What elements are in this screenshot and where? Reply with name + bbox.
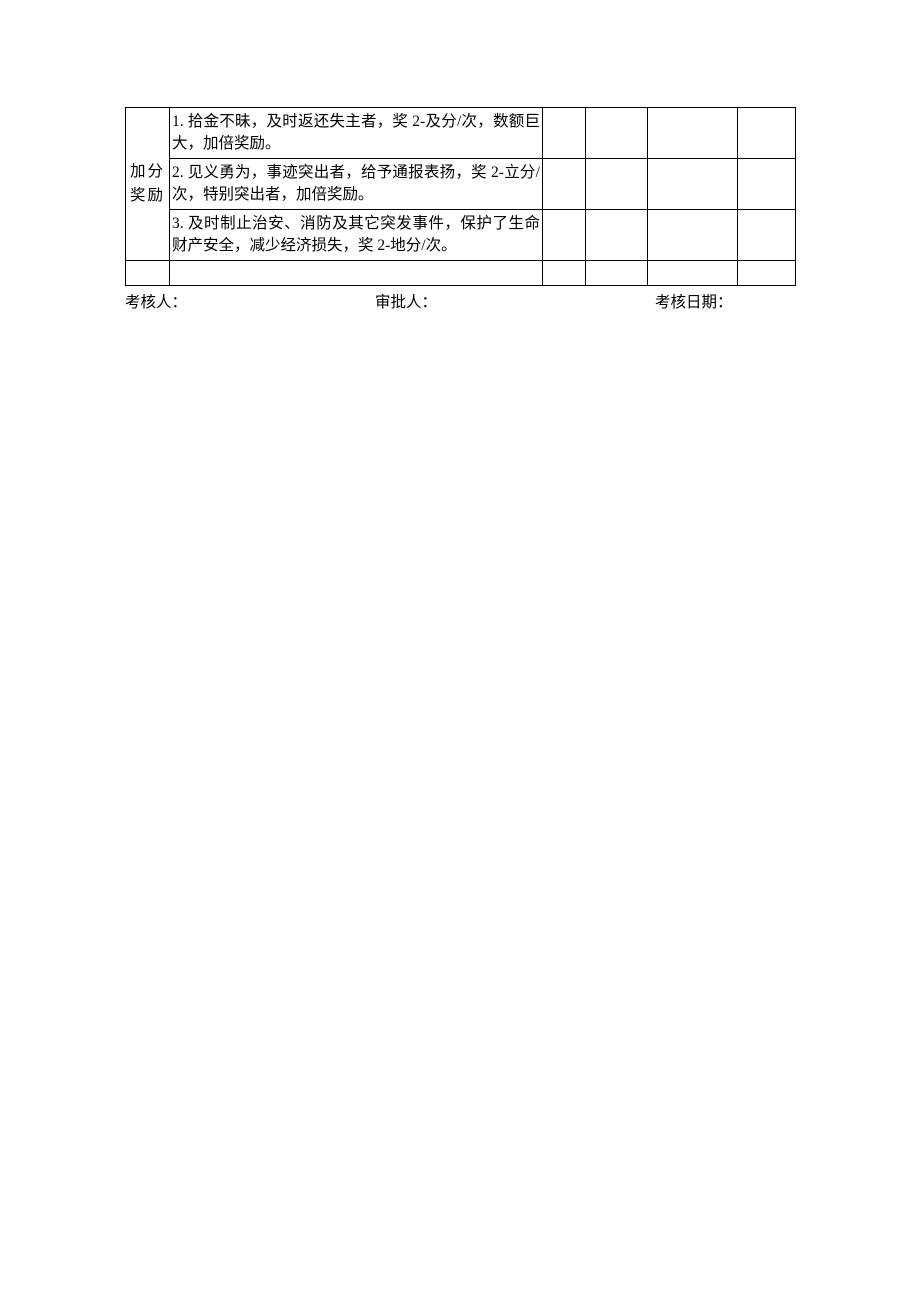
- score-cell: [738, 108, 796, 159]
- score-cell: [648, 108, 738, 159]
- table-row: 加分奖励 1. 拾金不昧，及时返还失主者，奖 2-及分/次，数额巨大，加倍奖励。: [126, 108, 796, 159]
- score-cell: [738, 159, 796, 210]
- blank-cell: [586, 261, 648, 286]
- score-cell: [648, 159, 738, 210]
- document-page: 加分奖励 1. 拾金不昧，及时返还失主者，奖 2-及分/次，数额巨大，加倍奖励。…: [0, 0, 920, 1301]
- table-row: 3. 及时制止治安、消防及其它突发事件，保护了生命财产安全，减少经济损失，奖 2…: [126, 210, 796, 261]
- criteria-cell: 2. 见义勇为，事迹突出者，给予通报表扬，奖 2-立分/次，特别突出者，加倍奖励…: [170, 159, 543, 210]
- date-label: 考核日期：: [655, 290, 733, 312]
- blank-cell: [648, 261, 738, 286]
- assessment-table-wrap: 加分奖励 1. 拾金不昧，及时返还失主者，奖 2-及分/次，数额巨大，加倍奖励。…: [125, 107, 795, 286]
- criteria-text: 2. 见义勇为，事迹突出者，给予通报表扬，奖 2-立分/次，特别突出者，加倍奖励…: [172, 164, 540, 203]
- score-cell: [738, 210, 796, 261]
- criteria-text: 3. 及时制止治安、消防及其它突发事件，保护了生命财产安全，减少经济损失，奖 2…: [172, 215, 540, 254]
- blank-cell: [170, 261, 543, 286]
- score-cell: [648, 210, 738, 261]
- assessor-label: 考核人：: [125, 290, 187, 312]
- approver-label: 审批人：: [375, 290, 437, 312]
- score-cell: [543, 210, 586, 261]
- score-cell: [586, 108, 648, 159]
- score-cell: [586, 159, 648, 210]
- criteria-text: 1. 拾金不昧，及时返还失主者，奖 2-及分/次，数额巨大，加倍奖励。: [172, 113, 540, 152]
- table-row: [126, 261, 796, 286]
- category-cell: 加分奖励: [126, 108, 170, 261]
- blank-cell: [126, 261, 170, 286]
- score-cell: [543, 159, 586, 210]
- criteria-cell: 1. 拾金不昧，及时返还失主者，奖 2-及分/次，数额巨大，加倍奖励。: [170, 108, 543, 159]
- criteria-cell: 3. 及时制止治安、消防及其它突发事件，保护了生命财产安全，减少经济损失，奖 2…: [170, 210, 543, 261]
- table-row: 2. 见义勇为，事迹突出者，给予通报表扬，奖 2-立分/次，特别突出者，加倍奖励…: [126, 159, 796, 210]
- score-cell: [586, 210, 648, 261]
- score-cell: [543, 108, 586, 159]
- blank-cell: [543, 261, 586, 286]
- blank-cell: [738, 261, 796, 286]
- assessment-table: 加分奖励 1. 拾金不昧，及时返还失主者，奖 2-及分/次，数额巨大，加倍奖励。…: [125, 107, 796, 286]
- category-label: 加分奖励: [130, 163, 165, 204]
